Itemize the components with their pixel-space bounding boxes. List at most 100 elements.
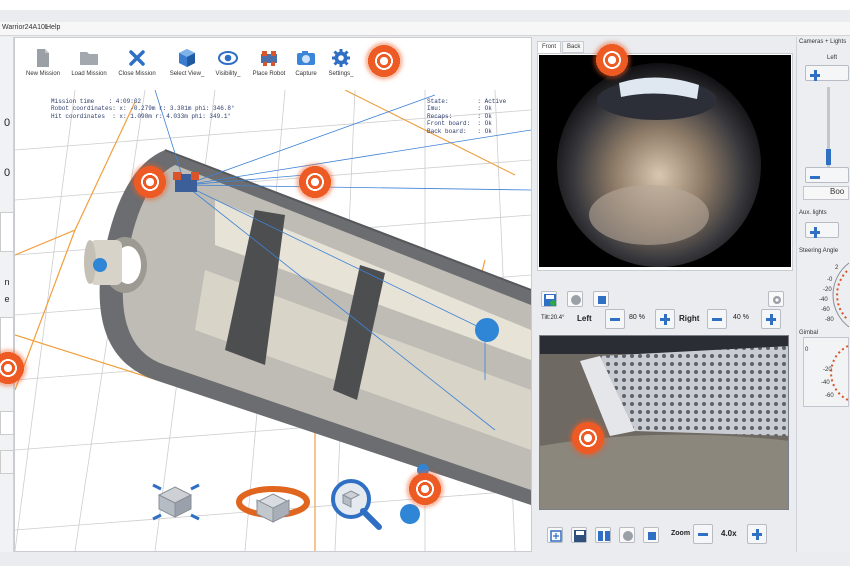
highlight-front-tab: [594, 42, 630, 78]
left-slider-track[interactable]: [826, 87, 831, 167]
pan-view-icon[interactable]: [152, 483, 200, 521]
highlight-back-camera: [570, 420, 606, 456]
left-panel-value-1: 0: [3, 117, 11, 129]
left-panel-value-3: n: [4, 277, 10, 287]
tab-back[interactable]: Back: [562, 41, 584, 53]
tab-front[interactable]: Front: [537, 41, 561, 53]
lights-row: Tilt:20.4° Left 80 % Right 40 %: [537, 305, 793, 333]
left-light-value: 80 %: [629, 314, 645, 321]
gear-icon: [332, 49, 350, 67]
zoom-plus-button[interactable]: [747, 524, 767, 544]
pipe-marker[interactable]: [93, 258, 107, 272]
highlight-settings: [366, 43, 402, 79]
layout-button[interactable]: [595, 527, 611, 543]
left-panel-value-2: 0: [3, 167, 11, 179]
robot-icon: [261, 51, 277, 66]
bottom-controls: Zoom 4.0x: [537, 521, 793, 547]
left-panel-value-4: e: [4, 294, 10, 304]
zoom-label: Zoom: [671, 530, 691, 537]
highlight-zoom-view: [407, 471, 443, 507]
steering-angle-label: Steering Angle: [799, 248, 839, 254]
left-intensity-plus-button[interactable]: [805, 65, 849, 81]
mission-info-text: Mission time : 4:09:02 Robot coordinates…: [51, 98, 235, 120]
left-panel-box-3: [0, 411, 14, 435]
toolbar: New Mission Load Mission Close Mission S…: [15, 38, 531, 90]
fit-view-button[interactable]: [547, 527, 563, 543]
gimbal-tick-60: -60: [825, 393, 834, 399]
zoom-view-icon[interactable]: [331, 479, 382, 530]
select-view-button[interactable]: Select View_: [167, 44, 207, 86]
save-image-button[interactable]: [571, 527, 587, 543]
circle-icon: [623, 531, 633, 541]
settings-label: Settings_: [328, 71, 354, 77]
bottom-snapshot-button[interactable]: [619, 527, 635, 543]
visibility-button[interactable]: Visibility_: [209, 44, 247, 86]
new-mission-label: New Mission: [25, 71, 60, 77]
close-icon: [129, 50, 145, 66]
camera-image: [557, 63, 761, 267]
cameras-lights-heading: Cameras + Lights: [799, 39, 847, 45]
bottom-marker[interactable]: [400, 504, 420, 524]
gimbal-tick-0: 0: [805, 347, 809, 353]
tilt-readout: Tilt:20.4°: [541, 315, 565, 321]
camera-icon: [297, 51, 315, 65]
zoom-value: 4.0x: [721, 529, 737, 538]
zoom-minus-button[interactable]: [693, 524, 713, 544]
stop-icon: [648, 532, 656, 540]
controls-side-panel: Cameras + Lights Left Boo Aux. lights St…: [796, 37, 850, 552]
document-icon: [37, 49, 49, 67]
right-light-value: 40 %: [733, 314, 749, 321]
place-robot-button[interactable]: Place Robot: [249, 44, 289, 86]
3d-scene[interactable]: [15, 90, 531, 551]
boost-button[interactable]: Boo: [803, 186, 849, 200]
right-left-label: Left: [827, 55, 838, 61]
steering-tick-40: -40: [819, 297, 828, 303]
eye-icon: [218, 51, 238, 65]
left-intensity-minus-button[interactable]: [805, 167, 849, 183]
steering-tick-20: -20: [823, 287, 832, 293]
left-light-label: Left: [577, 314, 592, 323]
app-window: Warrior24A10L Help 0 0 n e New Mission L…: [0, 0, 850, 566]
left-light-plus-button[interactable]: [655, 309, 675, 329]
camera-panel: Front Back Tilt:20.4° Left 80 % Right 40…: [533, 37, 796, 552]
left-slider-thumb[interactable]: [826, 149, 831, 165]
gimbal-tick-20: -20: [823, 367, 832, 373]
visibility-label: Visibility_: [215, 71, 241, 77]
aux-lights-label: Aux. lights: [799, 210, 827, 216]
columns-icon: [598, 531, 610, 541]
pipe: [84, 149, 531, 505]
menu-help[interactable]: Help: [46, 24, 60, 31]
aux-lights-plus-button[interactable]: [805, 222, 839, 238]
left-light-minus-button[interactable]: [605, 309, 625, 329]
title-bar: [0, 0, 850, 10]
front-camera-view[interactable]: [539, 55, 791, 267]
steering-tick-60: -60: [821, 307, 830, 313]
fit-icon: [550, 530, 562, 542]
bottom-stop-button[interactable]: [643, 527, 659, 543]
highlight-pipe: [297, 164, 333, 200]
hit-point-marker[interactable]: [475, 318, 499, 342]
menu-bar: Warrior24A10L Help: [0, 22, 850, 36]
close-mission-label: Close Mission: [118, 71, 156, 77]
gimbal-tick-40: -40: [821, 380, 830, 386]
close-mission-button[interactable]: Close Mission: [115, 44, 159, 86]
settings-button[interactable]: Settings_: [325, 44, 357, 86]
right-light-plus-button[interactable]: [761, 309, 781, 329]
cube-icon: [179, 49, 195, 67]
3d-viewport[interactable]: New Mission Load Mission Close Mission S…: [14, 37, 532, 552]
right-light-minus-button[interactable]: [707, 309, 727, 329]
capture-button[interactable]: Capture: [291, 44, 321, 86]
left-side-panel: 0 0 n e: [0, 37, 14, 552]
highlight-robot: [132, 164, 168, 200]
left-panel-box: [0, 212, 14, 252]
new-mission-button[interactable]: New Mission: [21, 44, 65, 86]
load-mission-label: Load Mission: [71, 71, 107, 77]
steering-tick-80: -80: [825, 317, 834, 323]
folder-icon: [80, 52, 98, 65]
right-light-label: Right: [679, 314, 700, 323]
left-panel-button[interactable]: [0, 450, 14, 474]
load-mission-button[interactable]: Load Mission: [67, 44, 111, 86]
robot-marker[interactable]: [173, 172, 199, 192]
steering-tick-0: -0: [827, 277, 833, 283]
status-info-text: State: : Active Imu: : Ok Recaps: : Ok F…: [427, 98, 507, 135]
